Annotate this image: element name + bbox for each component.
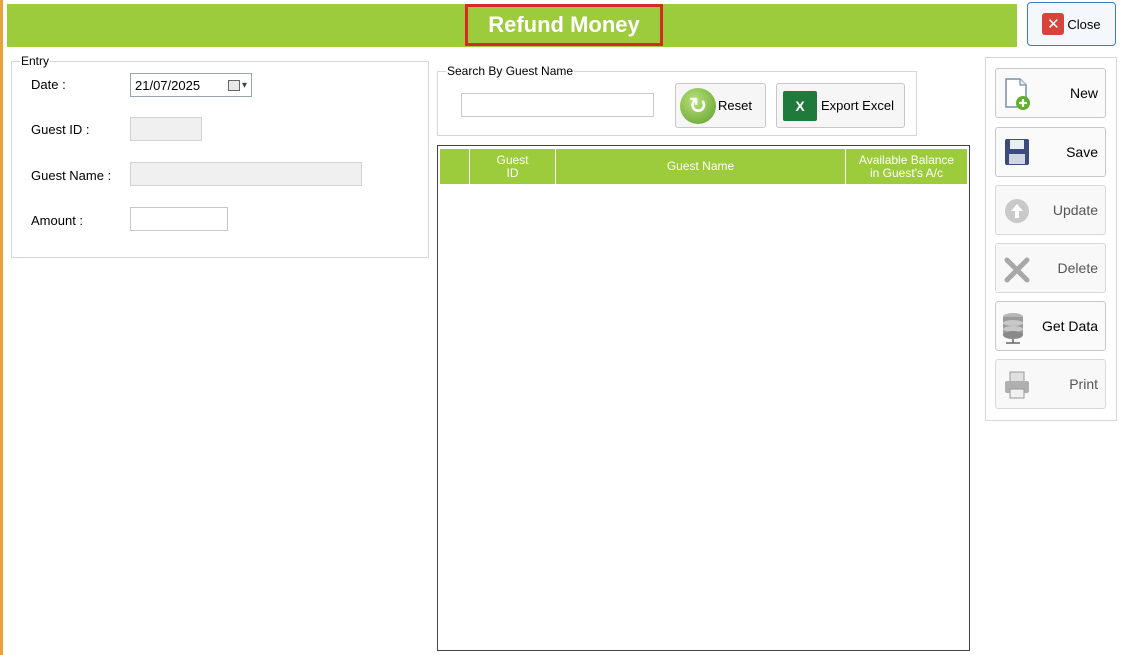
guest-id-header-line1: Guest — [496, 152, 529, 167]
amount-label: Amount : — [31, 213, 84, 228]
entry-legend: Entry — [21, 54, 50, 68]
get-data-label: Get Data — [1041, 318, 1098, 334]
save-label: Save — [1066, 144, 1098, 160]
amount-input[interactable] — [130, 207, 228, 231]
guest-balance-table[interactable]: Guest ID Guest Name Available Balance in… — [437, 145, 970, 651]
database-icon — [1003, 313, 1023, 344]
get-data-button[interactable]: Get Data — [995, 301, 1106, 351]
new-document-icon — [1005, 78, 1030, 110]
delete-button[interactable]: Delete — [995, 243, 1106, 293]
guest-id-field — [130, 117, 202, 141]
window-edge — [0, 0, 3, 655]
guest-id-header-line2: ID — [506, 165, 519, 180]
page-title: Refund Money — [465, 4, 663, 46]
floppy-disk-icon — [1005, 139, 1029, 165]
save-button[interactable]: Save — [995, 127, 1106, 177]
reset-button[interactable]: ↻ Reset — [675, 83, 766, 128]
update-label: Update — [1052, 202, 1098, 218]
reset-label: Reset — [718, 98, 752, 113]
delete-label: Delete — [1057, 260, 1098, 276]
new-button[interactable]: New — [995, 68, 1106, 118]
print-button[interactable]: Print — [995, 359, 1106, 409]
print-label: Print — [1069, 376, 1098, 392]
column-header-guest-name[interactable]: Guest Name — [556, 149, 846, 184]
close-label: Close — [1067, 16, 1101, 32]
close-icon: ✕ — [1042, 13, 1065, 35]
guest-id-label: Guest ID : — [31, 122, 90, 137]
calendar-dropdown-icon[interactable]: ▾ — [227, 79, 247, 91]
date-label: Date : — [31, 77, 66, 92]
date-picker[interactable]: 21/07/2025 ▾ — [130, 73, 252, 97]
guest-name-field — [130, 162, 362, 186]
refresh-icon: ↻ — [680, 87, 716, 124]
printer-icon — [1005, 371, 1029, 399]
new-label: New — [1069, 85, 1098, 101]
export-excel-label: Export Excel — [821, 98, 894, 113]
search-guest-input[interactable] — [461, 93, 654, 117]
export-excel-button[interactable]: X Export Excel — [776, 83, 905, 128]
excel-icon: X — [783, 90, 817, 121]
balance-header-line1: Available Balance — [858, 152, 955, 167]
balance-header-line2: in Guest's A/c — [870, 165, 943, 180]
column-header-balance[interactable]: Available Balance in Guest's A/c — [846, 149, 967, 184]
update-arrow-icon — [1005, 199, 1029, 223]
row-selector-header — [440, 149, 470, 184]
column-header-guest-id[interactable]: Guest ID — [470, 149, 556, 184]
table-header: Guest ID Guest Name Available Balance in… — [440, 149, 967, 184]
date-value: 21/07/2025 — [135, 77, 201, 93]
update-button[interactable]: Update — [995, 185, 1106, 235]
delete-x-icon — [1004, 257, 1030, 283]
close-button[interactable]: ✕ Close — [1027, 2, 1116, 46]
guest-name-label: Guest Name : — [31, 168, 112, 183]
search-legend: Search By Guest Name — [447, 64, 574, 78]
